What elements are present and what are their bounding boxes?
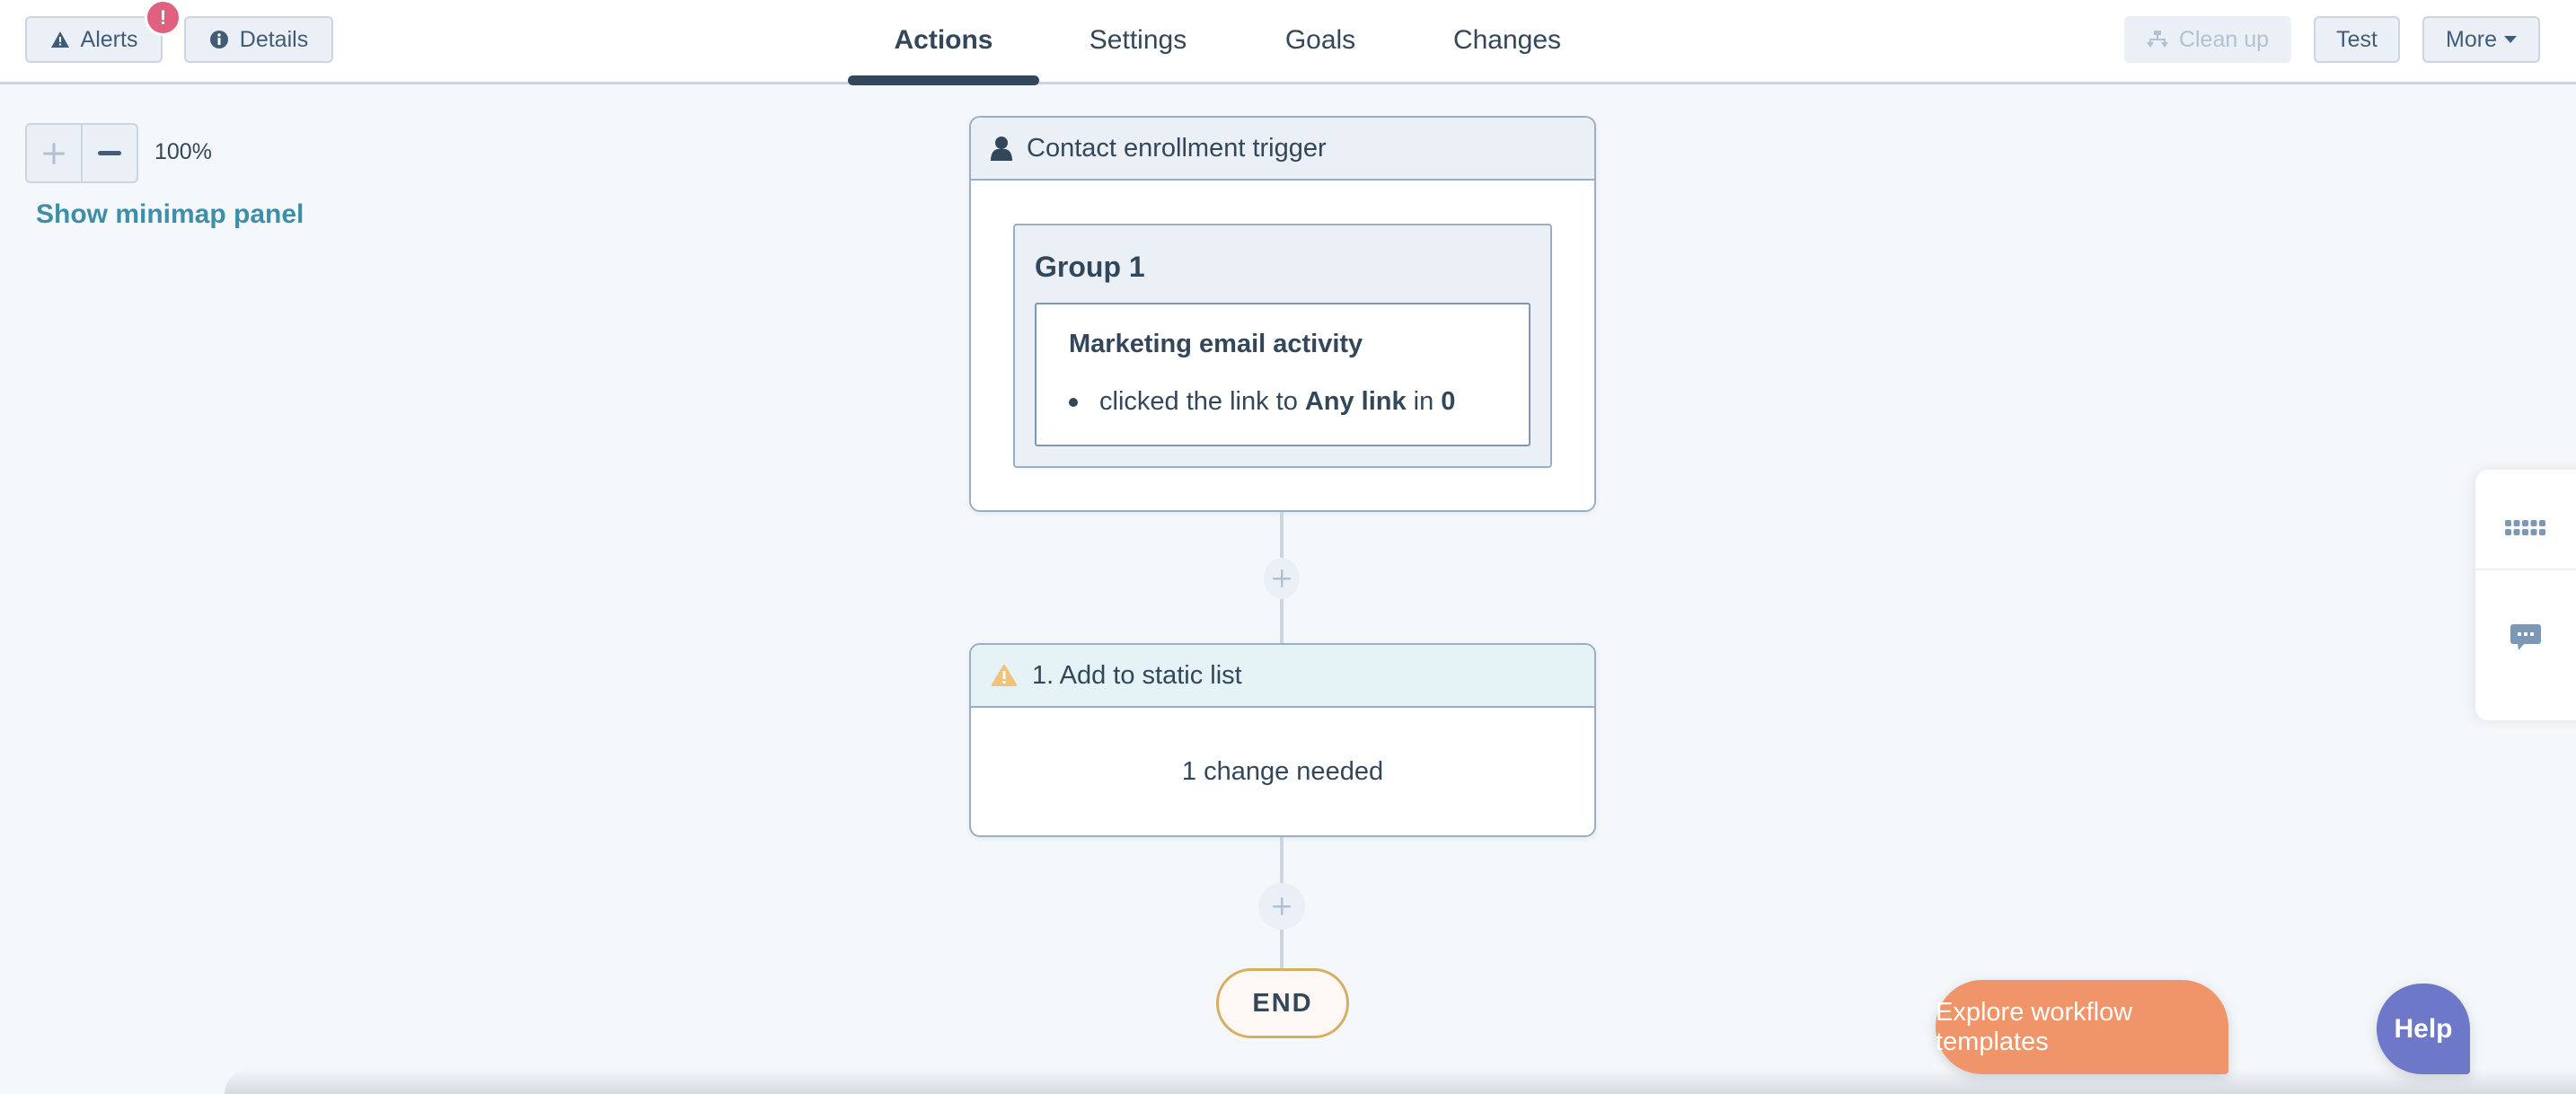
warning-icon xyxy=(50,31,69,48)
show-minimap-link[interactable]: Show minimap panel xyxy=(36,199,304,230)
bullet xyxy=(1069,397,1078,407)
tab-actions[interactable]: Actions xyxy=(848,0,1039,81)
tab-changes-label: Changes xyxy=(1452,25,1562,55)
clean-up-button[interactable]: Clean up xyxy=(2124,16,2291,63)
test-button[interactable]: Test xyxy=(2314,16,2400,63)
alerts-label: Alerts xyxy=(80,26,138,52)
info-icon xyxy=(209,31,228,49)
caret-down-icon xyxy=(2503,36,2517,43)
clean-up-label: Clean up xyxy=(2178,26,2270,52)
keyboard-shortcuts-button[interactable] xyxy=(2475,488,2576,569)
tab-changes[interactable]: Changes xyxy=(1424,0,1591,81)
tab-goals[interactable]: Goals xyxy=(1248,0,1392,81)
details-button[interactable]: Details xyxy=(184,16,333,63)
plus-icon xyxy=(1273,897,1291,915)
trigger-title: Contact enrollment trigger xyxy=(1027,133,1327,163)
warning-icon xyxy=(991,665,1018,686)
zoom-control xyxy=(25,123,138,183)
test-label: Test xyxy=(2336,26,2378,52)
tab-settings-label: Settings xyxy=(1089,25,1187,55)
clean-up-icon xyxy=(2146,31,2168,48)
zoom-in-button[interactable] xyxy=(27,125,81,181)
action-card-header: 1. Add to static list xyxy=(971,645,1594,708)
minus-icon xyxy=(98,150,121,155)
end-node: END xyxy=(1216,968,1349,1038)
comments-button[interactable] xyxy=(2475,570,2576,705)
help-button[interactable]: Help xyxy=(2377,984,2470,1074)
action-status-text: 1 change needed xyxy=(1181,756,1384,786)
add-action-button[interactable] xyxy=(1264,558,1300,599)
alerts-badge: ! xyxy=(145,0,181,36)
keyboard-icon xyxy=(2505,520,2545,535)
tab-goals-label: Goals xyxy=(1284,25,1356,55)
active-tab-indicator xyxy=(848,75,1039,85)
group-title: Group 1 xyxy=(1035,251,1145,283)
explore-templates-button[interactable]: Explore workflow templates xyxy=(1936,980,2228,1074)
more-label: More xyxy=(2446,26,2497,52)
action-card[interactable]: 1. Add to static list 1 change needed xyxy=(969,643,1596,837)
enrollment-trigger-card[interactable]: Contact enrollment trigger Group 1 Marke… xyxy=(969,116,1596,512)
filter-bold-2: 0 xyxy=(1441,387,1456,416)
plus-icon xyxy=(1273,569,1291,587)
trigger-card-header: Contact enrollment trigger xyxy=(971,118,1594,181)
top-toolbar: Alerts ! Details Actions Settings Goals … xyxy=(0,0,2576,85)
tab-actions-label: Actions xyxy=(894,25,993,55)
action-title: 1. Add to static list xyxy=(1032,660,1242,690)
filter-title: Marketing email activity xyxy=(1069,330,1363,358)
plus-icon xyxy=(43,142,65,164)
contact-person-icon xyxy=(991,137,1012,161)
filter-condition: clicked the link to Any link in 0 xyxy=(1069,387,1455,417)
more-button[interactable]: More xyxy=(2422,16,2540,63)
filter-bold-1: Any link xyxy=(1304,387,1407,416)
action-status: 1 change needed xyxy=(971,708,1594,835)
filter-text-2: in xyxy=(1413,387,1434,416)
chat-icon xyxy=(2510,624,2541,650)
filter-text-1: clicked the link to xyxy=(1099,387,1298,416)
side-panel xyxy=(2475,470,2576,720)
zoom-out-button[interactable] xyxy=(81,125,137,181)
add-action-button[interactable] xyxy=(1258,883,1305,930)
tab-settings[interactable]: Settings xyxy=(1051,0,1225,81)
alerts-button[interactable]: Alerts xyxy=(25,16,163,63)
filter-box: Marketing email activity clicked the lin… xyxy=(1035,303,1531,446)
zoom-level: 100% xyxy=(154,139,212,164)
filter-group: Group 1 Marketing email activity clicked… xyxy=(1013,224,1552,468)
details-label: Details xyxy=(239,26,309,52)
